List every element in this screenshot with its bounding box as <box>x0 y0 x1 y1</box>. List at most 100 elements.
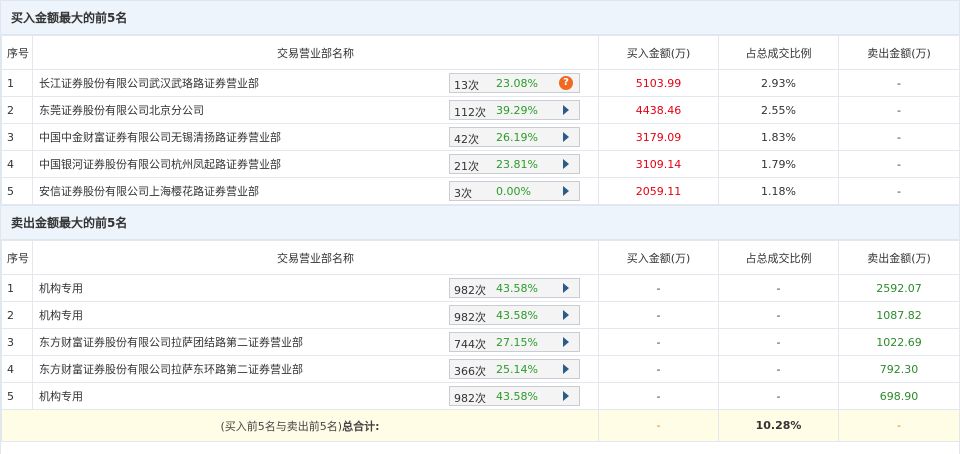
success-rate: 39.29% <box>496 104 538 117</box>
branch-name-link[interactable]: 机构专用 <box>39 280 83 296</box>
row-index: 2 <box>1 96 33 124</box>
arrow-right-icon[interactable] <box>553 333 579 351</box>
total-label-bold: 总合计: <box>342 419 380 433</box>
table-row: 4 东方财富证券股份有限公司拉萨东环路第二证券营业部 366次 25.14% - -792… <box>1 355 960 383</box>
sell-section-title: 卖出金额最大的前5名 <box>1 205 959 240</box>
buy-amount: - <box>598 328 719 356</box>
total-row: (买入前5名与卖出前5名)总合计: - 10.28% - <box>1 409 960 442</box>
arrow-right-icon[interactable] <box>553 101 579 119</box>
table-row: 5 机构专用 982次 43.58% - -698.90 <box>1 382 960 410</box>
header-percentage: 占总成交比例 <box>718 35 839 70</box>
branch-name-link[interactable]: 中国中金财富证券有限公司无锡清扬路证券营业部 <box>39 129 281 145</box>
branch-name-link[interactable]: 东莞证券股份有限公司北京分公司 <box>39 102 204 118</box>
table-row: 2 东莞证券股份有限公司北京分公司 112次 39.29% 4438.46 2.55% - <box>1 96 960 124</box>
branch-cell: 机构专用 982次 43.58% <box>32 301 599 329</box>
sell-amount: - <box>838 69 960 97</box>
branch-cell: 东莞证券股份有限公司北京分公司 112次 39.29% <box>32 96 599 124</box>
sell-amount: 792.30 <box>838 355 960 383</box>
branch-cell: 安信证券股份有限公司上海樱花路证券营业部 3次 0.00% <box>32 177 599 205</box>
branch-stats-box[interactable]: 982次 43.58% <box>449 278 580 298</box>
branch-stats-box[interactable]: 112次 39.29% <box>449 100 580 120</box>
row-index: 4 <box>1 150 33 178</box>
row-index: 3 <box>1 123 33 151</box>
trade-count: 21次 <box>454 160 479 173</box>
table-row: 1 长江证券股份有限公司武汉武珞路证券营业部 13次 23.08%? 5103.99 2.… <box>1 69 960 97</box>
buy-amount: 3179.09 <box>598 123 719 151</box>
buy-amount: - <box>598 382 719 410</box>
percentage: - <box>718 301 839 329</box>
branch-name-link[interactable]: 东方财富证券股份有限公司拉萨东环路第二证券营业部 <box>39 361 303 377</box>
table-row: 2 机构专用 982次 43.58% - -1087.82 <box>1 301 960 329</box>
percentage: 2.93% <box>718 69 839 97</box>
trade-count: 982次 <box>454 311 486 324</box>
header-index: 序号 <box>1 240 33 275</box>
arrow-right-icon[interactable] <box>553 387 579 405</box>
success-rate: 43.58% <box>496 390 538 403</box>
header-buy-amount: 买入金额(万) <box>598 240 719 275</box>
success-rate: 25.14% <box>496 363 538 376</box>
trade-count: 744次 <box>454 338 486 351</box>
header-percentage: 占总成交比例 <box>718 240 839 275</box>
branch-stats-box[interactable]: 3次 0.00% <box>449 181 580 201</box>
buy-section-title: 买入金额最大的前5名 <box>1 0 959 35</box>
branch-stats-box[interactable]: 744次 27.15% <box>449 332 580 352</box>
sell-amount: - <box>838 96 960 124</box>
success-rate: 23.08% <box>496 77 538 90</box>
table-row: 3 中国中金财富证券有限公司无锡清扬路证券营业部 42次 26.19% 3179.09 1… <box>1 123 960 151</box>
branch-stats-box[interactable]: 366次 25.14% <box>449 359 580 379</box>
row-index: 2 <box>1 301 33 329</box>
table-row: 4 中国银河证券股份有限公司杭州凤起路证券营业部 21次 23.81% 3109.14 1… <box>1 150 960 178</box>
branch-cell: 机构专用 982次 43.58% <box>32 274 599 302</box>
arrow-right-icon[interactable] <box>553 360 579 378</box>
arrow-right-icon[interactable] <box>553 306 579 324</box>
trade-count: 366次 <box>454 365 486 378</box>
branch-stats-box[interactable]: 982次 43.58% <box>449 386 580 406</box>
branch-name-link[interactable]: 中国银河证券股份有限公司杭州凤起路证券营业部 <box>39 156 281 172</box>
branch-name-link[interactable]: 东方财富证券股份有限公司拉萨团结路第二证券营业部 <box>39 334 303 350</box>
sell-amount: 2592.07 <box>838 274 960 302</box>
row-index: 5 <box>1 177 33 205</box>
row-index: 4 <box>1 355 33 383</box>
percentage: 1.83% <box>718 123 839 151</box>
sell-amount: - <box>838 177 960 205</box>
row-index: 1 <box>1 69 33 97</box>
branch-cell: 中国银河证券股份有限公司杭州凤起路证券营业部 21次 23.81% <box>32 150 599 178</box>
buy-table: 序号 交易营业部名称 买入金额(万) 占总成交比例 卖出金额(万) 1 长江证券股… <box>1 35 960 205</box>
trade-count: 3次 <box>454 187 472 200</box>
arrow-right-icon[interactable] <box>553 128 579 146</box>
sell-amount: 1022.69 <box>838 328 960 356</box>
branch-stats-box[interactable]: 982次 43.58% <box>449 305 580 325</box>
branch-name-link[interactable]: 安信证券股份有限公司上海樱花路证券营业部 <box>39 183 259 199</box>
total-label-prefix: (买入前5名与卖出前5名) <box>220 419 343 433</box>
arrow-right-icon[interactable] <box>553 155 579 173</box>
branch-cell: 长江证券股份有限公司武汉武珞路证券营业部 13次 23.08%? <box>32 69 599 97</box>
branch-stats-box[interactable]: 42次 26.19% <box>449 127 580 147</box>
branch-stats-box[interactable]: 13次 23.08%? <box>449 73 580 93</box>
buy-amount: - <box>598 274 719 302</box>
buy-amount: 2059.11 <box>598 177 719 205</box>
question-icon[interactable]: ? <box>553 74 579 92</box>
header-buy-amount: 买入金额(万) <box>598 35 719 70</box>
branch-cell: 东方财富证券股份有限公司拉萨东环路第二证券营业部 366次 25.14% <box>32 355 599 383</box>
buy-amount: 4438.46 <box>598 96 719 124</box>
lhb-panel: 买入金额最大的前5名 序号 交易营业部名称 买入金额(万) 占总成交比例 卖出金… <box>0 0 960 454</box>
header-sell-amount: 卖出金额(万) <box>838 35 960 70</box>
branch-stats-box[interactable]: 21次 23.81% <box>449 154 580 174</box>
total-buy: - <box>598 409 719 442</box>
trade-count: 982次 <box>454 284 486 297</box>
header-branch-name: 交易营业部名称 <box>32 240 599 275</box>
buy-amount: 3109.14 <box>598 150 719 178</box>
buy-amount: - <box>598 355 719 383</box>
branch-name-link[interactable]: 机构专用 <box>39 388 83 404</box>
sell-table: 序号 交易营业部名称 买入金额(万) 占总成交比例 卖出金额(万) 1 机构专用 9… <box>1 240 960 442</box>
branch-cell: 机构专用 982次 43.58% <box>32 382 599 410</box>
percentage: 2.55% <box>718 96 839 124</box>
buy-amount: 5103.99 <box>598 69 719 97</box>
trade-count: 42次 <box>454 133 479 146</box>
sell-amount: 1087.82 <box>838 301 960 329</box>
arrow-right-icon[interactable] <box>553 182 579 200</box>
arrow-right-icon[interactable] <box>553 279 579 297</box>
trade-count: 112次 <box>454 106 486 119</box>
branch-name-link[interactable]: 机构专用 <box>39 307 83 323</box>
branch-name-link[interactable]: 长江证券股份有限公司武汉武珞路证券营业部 <box>39 75 259 91</box>
